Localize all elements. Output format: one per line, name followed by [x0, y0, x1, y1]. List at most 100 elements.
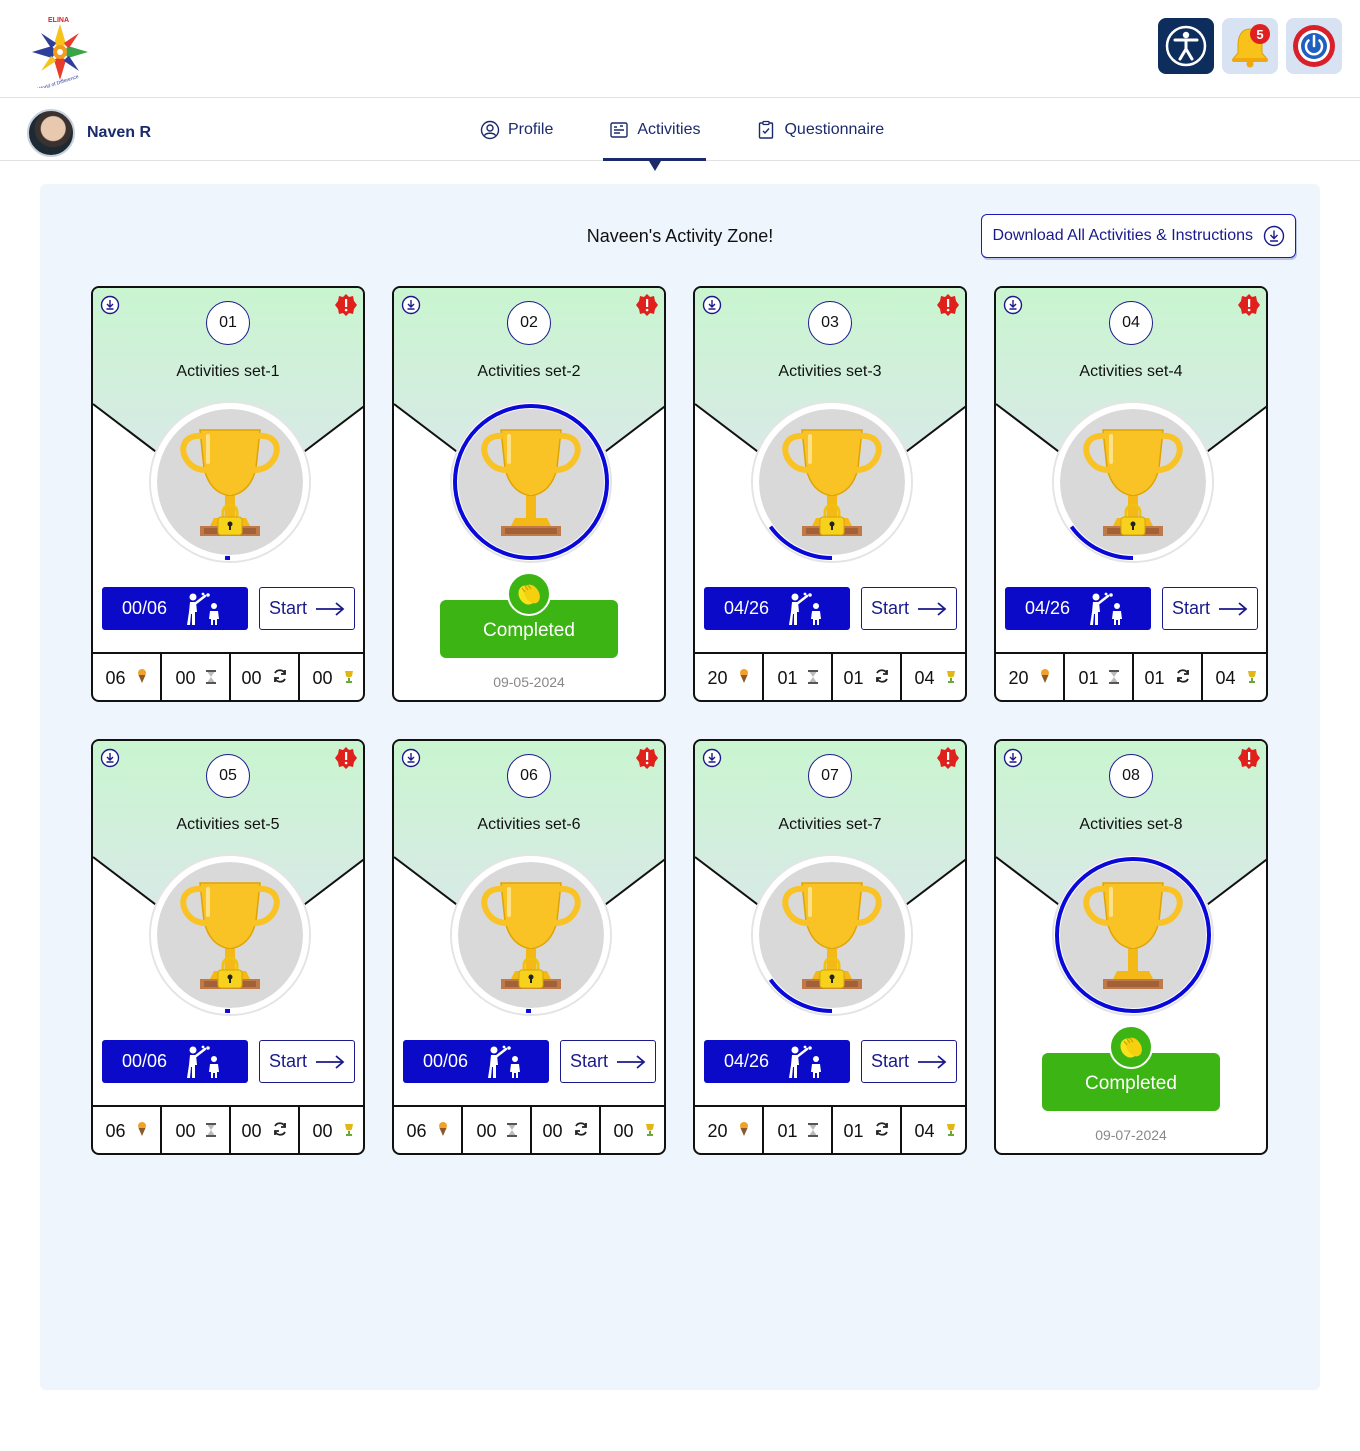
card-stats: 20 01 01 04 [695, 1105, 965, 1153]
start-label: Start [268, 1051, 307, 1071]
stat-value: 00 [613, 1120, 634, 1141]
stat-cell: 20 [996, 654, 1065, 700]
activity-card[interactable]: 01 Activities set-1 00/06 Start 06 00 00… [91, 286, 365, 702]
stat-value: 06 [105, 667, 126, 688]
elina-logo[interactable]: ELINA A World of Difference [26, 12, 94, 94]
progress-button[interactable]: 00/06 [102, 1040, 248, 1083]
activity-card[interactable]: 06 Activities set-6 00/06 Start 06 00 00… [392, 739, 666, 1155]
stat-cell: 00 [300, 1107, 363, 1153]
activity-card[interactable]: 03 Activities set-3 04/26 Start 20 01 01… [693, 286, 967, 702]
trophy-small-icon [343, 668, 355, 689]
card-download-icon[interactable] [702, 295, 722, 315]
refresh-icon [874, 668, 890, 689]
stat-value: 00 [175, 667, 196, 688]
start-button[interactable]: Start [861, 1040, 957, 1083]
activity-card[interactable]: 07 Activities set-7 04/26 Start 20 01 01… [693, 739, 967, 1155]
start-button[interactable]: Start [259, 587, 355, 630]
trophy-icon [750, 853, 914, 1017]
stat-cell: 01 [764, 654, 833, 700]
alert-icon [636, 294, 658, 316]
avatar [27, 109, 75, 157]
start-label: Start [569, 1051, 608, 1071]
stat-cell: 01 [764, 1107, 833, 1153]
tab-activities-label: Activities [637, 121, 701, 138]
activity-card[interactable]: 04 Activities set-4 04/26 Start 20 01 01… [994, 286, 1268, 702]
svg-text:ELINA: ELINA [48, 17, 69, 24]
card-download-icon[interactable] [401, 295, 421, 315]
card-number: 06 [507, 754, 551, 798]
alert-icon [636, 747, 658, 769]
hourglass-icon [807, 1121, 818, 1142]
clapping-hands-icon [507, 572, 551, 616]
progress-button[interactable]: 04/26 [704, 587, 850, 630]
tab-activities[interactable]: Activities [603, 99, 707, 171]
progress-button[interactable]: 00/06 [403, 1040, 549, 1083]
progress-button[interactable]: 00/06 [102, 587, 248, 630]
start-button[interactable]: Start [259, 1040, 355, 1083]
stat-value: 00 [476, 1120, 497, 1141]
ice-cream-icon [738, 1121, 750, 1142]
progress-button[interactable]: 04/26 [704, 1040, 850, 1083]
tab-questionnaire[interactable]: Questionnaire [750, 99, 890, 161]
clapping-hands-icon [1109, 1025, 1153, 1069]
trophy-icon [449, 853, 613, 1017]
stat-cell: 04 [902, 654, 965, 700]
logout-button[interactable] [1286, 18, 1342, 74]
stat-cell: 06 [394, 1107, 463, 1153]
arrow-right-icon [617, 1054, 646, 1069]
hourglass-icon [205, 668, 216, 689]
start-label: Start [870, 598, 909, 618]
activity-card[interactable]: 08 Activities set-8 Completed 09-07-2024 [994, 739, 1268, 1155]
activities-icon [610, 122, 629, 138]
alert-icon [335, 747, 357, 769]
card-download-icon[interactable] [100, 295, 120, 315]
card-download-icon[interactable] [702, 748, 722, 768]
svg-text:A World of Difference: A World of Difference [33, 74, 80, 88]
stat-cell: 00 [532, 1107, 601, 1153]
card-title: Activities set-6 [477, 816, 581, 833]
top-header: ELINA A World of Difference 5 [0, 0, 1360, 98]
start-button[interactable]: Start [560, 1040, 656, 1083]
stat-value: 01 [777, 1120, 798, 1141]
card-stats: 20 01 01 04 [695, 652, 965, 700]
tab-profile-label: Profile [508, 121, 554, 138]
stat-cell: 04 [1203, 654, 1266, 700]
refresh-icon [874, 1121, 890, 1142]
stat-cell: 06 [93, 654, 162, 700]
activity-card[interactable]: 05 Activities set-5 00/06 Start 06 00 00… [91, 739, 365, 1155]
stat-cell: 00 [162, 654, 231, 700]
user-profile[interactable]: Naven R [27, 109, 151, 157]
alert-icon [937, 294, 959, 316]
download-all-button[interactable]: Download All Activities & Instructions [981, 214, 1296, 258]
trophy-icon [449, 400, 613, 564]
arrow-right-icon [918, 601, 947, 616]
card-download-icon[interactable] [401, 748, 421, 768]
ice-cream-icon [136, 1121, 148, 1142]
tab-profile[interactable]: Profile [474, 99, 559, 161]
activity-panel: Naveen's Activity Zone! Download All Act… [40, 184, 1320, 1390]
stat-value: 00 [312, 1120, 333, 1141]
trophy-icon [750, 400, 914, 564]
parent-child-icon [1090, 592, 1123, 625]
start-button[interactable]: Start [861, 587, 957, 630]
ice-cream-icon [1039, 668, 1051, 689]
trophy-icon [148, 853, 312, 1017]
progress-count: 04/26 [724, 1051, 770, 1071]
card-download-icon[interactable] [1003, 748, 1023, 768]
accessibility-button[interactable] [1158, 18, 1214, 74]
card-title: Activities set-2 [477, 363, 581, 380]
stat-value: 00 [175, 1120, 196, 1141]
card-download-icon[interactable] [1003, 295, 1023, 315]
card-download-icon[interactable] [100, 748, 120, 768]
refresh-icon [272, 1121, 288, 1142]
activity-card[interactable]: 02 Activities set-2 Completed 09-05-2024 [392, 286, 666, 702]
card-title: Activities set-5 [176, 816, 280, 833]
hourglass-icon [1108, 668, 1119, 689]
card-number: 04 [1109, 301, 1153, 345]
notifications-button[interactable]: 5 [1222, 18, 1278, 74]
progress-button[interactable]: 04/26 [1005, 587, 1151, 630]
ice-cream-icon [136, 668, 148, 689]
start-button[interactable]: Start [1162, 587, 1258, 630]
stat-cell: 01 [833, 654, 902, 700]
arrow-right-icon [316, 601, 345, 616]
